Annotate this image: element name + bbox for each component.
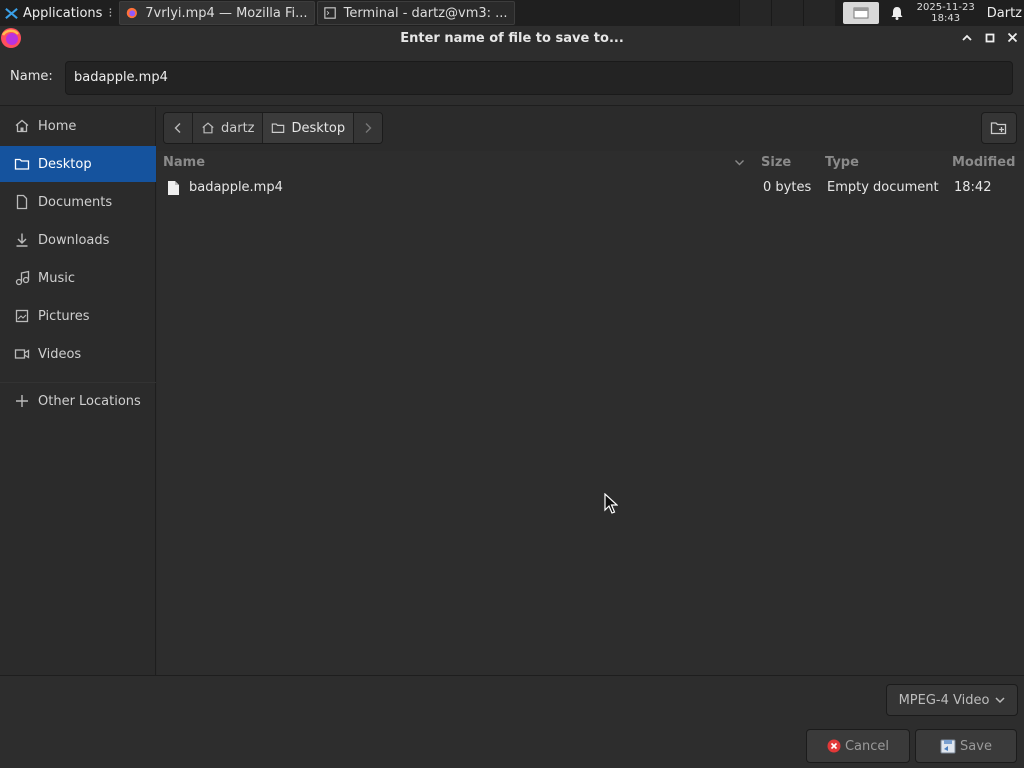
- xfce-logo-icon: [5, 7, 18, 19]
- document-icon: [16, 194, 28, 210]
- cancel-button[interactable]: Cancel: [806, 729, 910, 763]
- applications-label: Applications: [23, 5, 103, 21]
- picture-icon: [15, 309, 29, 323]
- name-label: Name:: [10, 69, 53, 84]
- table-row[interactable]: badapple.mp4 0 bytes Empty document 18:4…: [157, 176, 1024, 200]
- column-modified[interactable]: Modified: [952, 155, 1015, 170]
- firefox-icon: [126, 7, 137, 19]
- file-icon: [168, 181, 179, 195]
- music-icon: [15, 270, 30, 286]
- file-type-filter-label: MPEG-4 Video: [898, 692, 990, 708]
- clock-date: 2025-11-23: [916, 2, 975, 13]
- download-icon: [16, 233, 28, 247]
- top-panel: Applications ⁝ 7vrlyi.mp4 — Mozilla Fi..…: [0, 0, 1024, 26]
- path-crumb-label: dartz: [221, 120, 255, 136]
- new-folder-icon: [990, 122, 1007, 135]
- dialog-footer: MPEG-4 Video Cancel Save: [0, 675, 1024, 768]
- sidebar-item-home[interactable]: Home: [0, 108, 156, 144]
- terminal-icon: [323, 7, 336, 19]
- cancel-label: Cancel: [844, 738, 890, 754]
- column-type[interactable]: Type: [825, 155, 859, 170]
- sidebar-item-videos[interactable]: Videos: [0, 336, 156, 372]
- chevron-right-icon: [365, 123, 372, 133]
- notification-bell-icon[interactable]: [889, 5, 905, 21]
- file-name: badapple.mp4: [189, 180, 283, 195]
- clock[interactable]: 2025-11-23 18:43: [917, 2, 975, 24]
- file-modified: 18:42: [954, 180, 992, 195]
- path-bar: dartz Desktop: [157, 107, 1024, 151]
- dialog-title: Enter name of file to save to...: [400, 30, 624, 46]
- plus-icon: [16, 395, 28, 407]
- chevron-up-icon[interactable]: [959, 30, 974, 45]
- sort-chevron-down-icon[interactable]: [734, 159, 745, 167]
- chevron-down-icon: [995, 696, 1005, 703]
- workspace-switcher[interactable]: [738, 0, 835, 26]
- path-crumb-desktop[interactable]: Desktop: [263, 113, 355, 143]
- path-crumb-label: Desktop: [291, 120, 346, 136]
- name-row: Name: badapple.mp4: [0, 50, 1024, 106]
- sidebar-item-label: Music: [38, 270, 75, 286]
- file-list[interactable]: Name Size Type Modified badapple.mp4 0 b…: [157, 151, 1024, 675]
- sidebar-item-label: Other Locations: [38, 393, 141, 409]
- path-crumb-dartz[interactable]: dartz: [193, 113, 264, 143]
- user-menu[interactable]: Dartz: [987, 6, 1022, 21]
- save-button[interactable]: Save: [915, 729, 1017, 763]
- column-name[interactable]: Name: [163, 155, 205, 170]
- sidebar-item-other-locations[interactable]: Other Locations: [0, 383, 156, 419]
- menu-separator-icon: ⁝: [108, 5, 113, 21]
- sidebar-item-music[interactable]: Music: [0, 260, 156, 296]
- taskbar-terminal-label: Terminal - dartz@vm3: ...: [343, 5, 508, 21]
- save-label: Save: [960, 738, 992, 754]
- taskbar-firefox-label: 7vrlyi.mp4 — Mozilla Fi...: [145, 5, 308, 21]
- places-sidebar: Home Desktop Documents Downloads Music P…: [0, 107, 156, 675]
- filename-input[interactable]: badapple.mp4: [65, 61, 1013, 95]
- sidebar-item-label: Downloads: [38, 232, 110, 248]
- sidebar-item-label: Home: [38, 118, 77, 134]
- dialog-titlebar: Enter name of file to save to...: [0, 26, 1024, 50]
- workspace-1[interactable]: [738, 0, 771, 26]
- taskbar-firefox[interactable]: 7vrlyi.mp4 — Mozilla Fi...: [118, 1, 315, 25]
- taskbar-terminal[interactable]: Terminal - dartz@vm3: ...: [316, 1, 515, 25]
- sidebar-item-label: Documents: [38, 194, 113, 210]
- sidebar-item-desktop[interactable]: Desktop: [0, 146, 156, 182]
- folder-icon: [272, 123, 285, 133]
- clock-time: 18:43: [931, 13, 961, 24]
- video-icon: [14, 349, 30, 359]
- save-icon: [940, 739, 956, 753]
- home-icon: [202, 122, 214, 134]
- workspace-3[interactable]: [802, 0, 835, 26]
- file-type: Empty document: [827, 180, 939, 195]
- breadcrumb: dartz Desktop: [163, 112, 384, 144]
- file-list-header: Name Size Type Modified: [157, 151, 1024, 175]
- tray-window-icon[interactable]: [842, 2, 879, 24]
- home-icon: [15, 119, 29, 133]
- mouse-cursor-icon: [604, 493, 618, 514]
- column-size[interactable]: Size: [761, 155, 791, 170]
- cancel-icon: [827, 739, 841, 753]
- close-icon[interactable]: [1005, 30, 1020, 45]
- sidebar-item-pictures[interactable]: Pictures: [0, 298, 156, 334]
- sidebar-item-documents[interactable]: Documents: [0, 184, 156, 220]
- maximize-icon[interactable]: [982, 30, 997, 45]
- path-forward-button[interactable]: [354, 113, 383, 143]
- path-back-button[interactable]: [164, 113, 193, 143]
- chevron-left-icon: [174, 123, 181, 133]
- sidebar-item-label: Desktop: [38, 156, 92, 172]
- new-folder-button[interactable]: [981, 112, 1017, 144]
- file-type-filter[interactable]: MPEG-4 Video: [886, 684, 1018, 716]
- sidebar-item-label: Pictures: [38, 308, 90, 324]
- folder-icon: [14, 158, 30, 170]
- file-size: 0 bytes: [763, 180, 812, 195]
- workspace-2[interactable]: [770, 0, 803, 26]
- applications-menu[interactable]: Applications ⁝: [0, 0, 117, 26]
- sidebar-item-label: Videos: [38, 346, 82, 362]
- sidebar-item-downloads[interactable]: Downloads: [0, 222, 156, 258]
